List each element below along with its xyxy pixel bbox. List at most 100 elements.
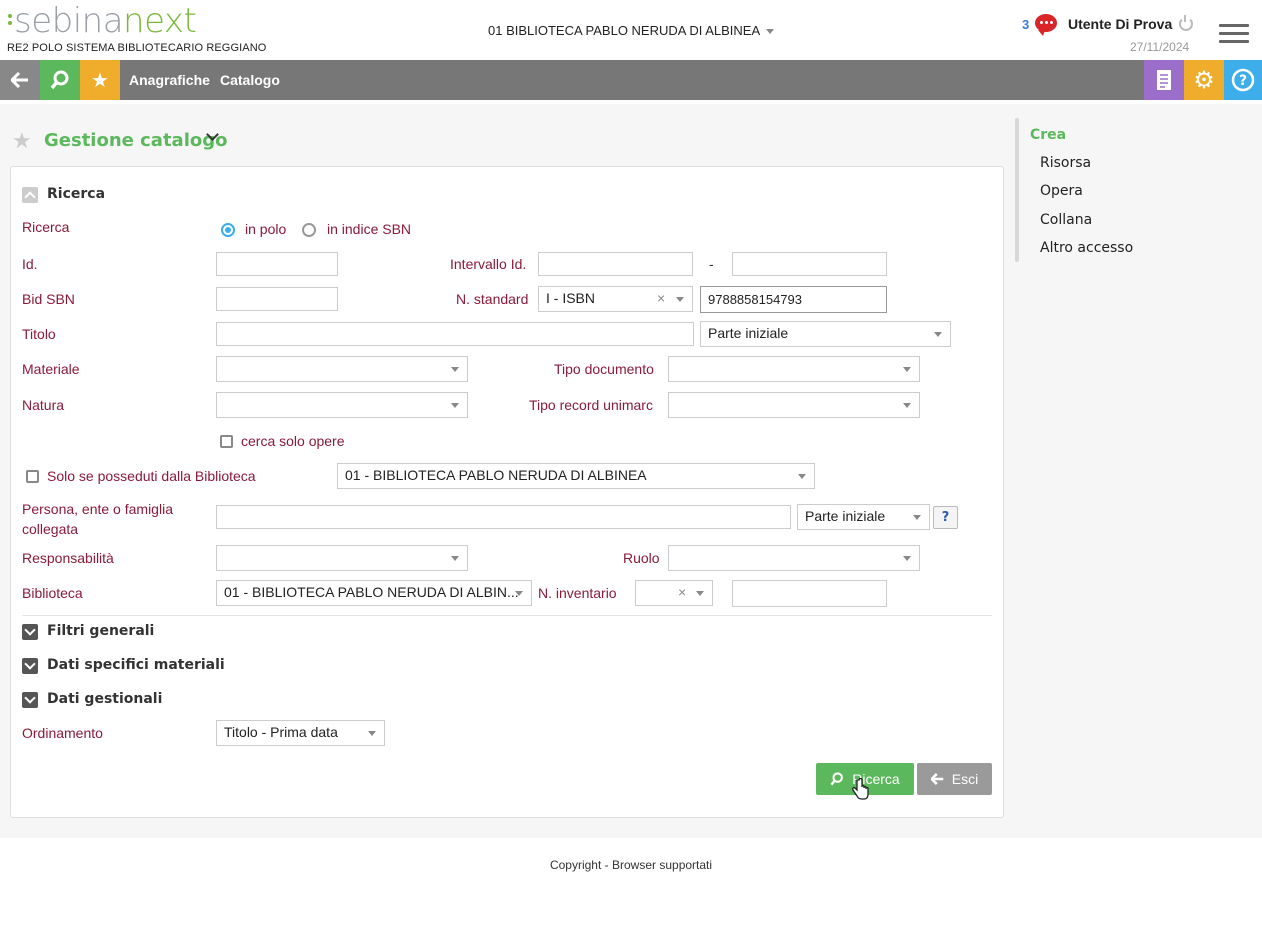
create-altro-accesso[interactable]: Altro accesso [1040,240,1133,256]
solo-opere-label[interactable]: cerca solo opere [241,433,345,449]
posseduti-library-value: 01 - BIBLIOTECA PABLO NERUDA DI ALBINEA [345,467,647,483]
esci-button[interactable]: Esci [917,763,992,795]
biblioteca-select[interactable]: 01 - BIBLIOTECA PABLO NERUDA DI ALBIN... [216,580,532,606]
caret-down-icon [934,332,942,337]
nav-catalogo[interactable]: Catalogo [220,72,280,88]
caret-down-icon [798,474,806,479]
caret-down-icon [451,367,459,372]
sebina-logo[interactable]: sebinanext [6,1,197,41]
intervallo-to-input[interactable] [732,252,887,276]
copyright-link[interactable]: Copyright [550,858,601,872]
help-icon: ? [1231,68,1255,92]
back-button[interactable] [0,60,40,100]
header: sebinanext RE2 POLO SISTEMA BIBLIOTECARI… [0,0,1262,60]
resp-select[interactable] [216,545,468,571]
biblioteca-value: 01 - BIBLIOTECA PABLO NERUDA DI ALBIN... [224,584,519,600]
posseduti-checkbox[interactable] [26,470,39,483]
favorite-star-icon[interactable]: ★ [12,129,32,154]
solo-opere-checkbox[interactable] [220,435,233,448]
footer: Copyright - Browser supportati [0,858,1262,872]
current-date: 27/11/2024 [1130,40,1190,54]
help-button[interactable]: ? [1224,60,1262,100]
persona-label-line1: Persona, ente o famiglia [22,501,173,517]
nstd-type-value: I - ISBN [546,290,596,306]
caret-down-icon [451,556,459,561]
tipodoc-select[interactable] [668,356,920,382]
power-icon[interactable] [1179,15,1193,31]
bid-label: Bid SBN [22,291,75,307]
document-button[interactable] [1144,60,1184,100]
caret-down-icon [913,515,921,520]
ninv-prefix-select[interactable]: × [635,580,713,606]
bid-input[interactable] [216,287,338,311]
biblioteca-label: Biblioteca [22,585,83,601]
chat-bubble-icon[interactable] [1035,14,1057,36]
section-filtri-generali[interactable]: Filtri generali [47,623,154,639]
search-icon [830,772,844,786]
radio-in-polo-label[interactable]: in polo [245,221,286,237]
favorites-button[interactable]: ★ [80,60,120,100]
expand-filtri-icon[interactable] [22,624,38,640]
tiporec-select[interactable] [668,392,920,418]
range-separator: - [709,256,714,272]
toolbar: ★ Anagrafiche Catalogo ⚙ ? [0,60,1262,100]
natura-select[interactable] [216,392,468,418]
caret-down-icon [676,297,684,302]
user-name[interactable]: Utente Di Prova [1068,16,1172,32]
svg-text:?: ? [1239,73,1247,89]
arrow-left-icon [930,773,944,785]
collapse-ricerca-icon[interactable] [22,187,38,203]
section-dati-gestionali[interactable]: Dati gestionali [47,691,162,707]
persona-mode-select[interactable]: Parte iniziale [797,504,930,530]
ruolo-select[interactable] [668,545,920,571]
materiale-select[interactable] [216,356,468,382]
section-dati-materiali[interactable]: Dati specifici materiali [47,657,225,673]
posseduti-label[interactable]: Solo se posseduti dalla Biblioteca [47,468,256,484]
intervallo-from-input[interactable] [538,252,693,276]
caret-down-icon [451,403,459,408]
nstd-value-input[interactable]: 9788858154793 [700,286,887,313]
posseduti-library-select[interactable]: 01 - BIBLIOTECA PABLO NERUDA DI ALBINEA [337,463,815,489]
create-opera[interactable]: Opera [1040,183,1083,199]
ordinamento-select[interactable]: Titolo - Prima data [216,720,385,746]
ordinamento-label: Ordinamento [22,725,103,741]
search-button[interactable] [40,60,80,100]
radio-in-indice[interactable] [302,223,316,237]
nav-anagrafiche[interactable]: Anagrafiche [129,72,210,88]
expand-dati-materiali-icon[interactable] [22,658,38,674]
expand-dati-gestionali-icon[interactable] [22,692,38,708]
message-count[interactable]: 3 [1022,17,1029,32]
radio-in-indice-label[interactable]: in indice SBN [327,221,411,237]
ninv-label: N. inventario [538,585,617,601]
radio-in-polo[interactable] [221,223,235,237]
titolo-mode-select[interactable]: Parte iniziale [700,321,951,347]
intervallo-label: Intervallo Id. [450,256,527,272]
create-risorsa[interactable]: Risorsa [1040,155,1091,171]
logo-text-sebina: sebina [14,1,124,41]
create-title: Crea [1030,127,1067,143]
tiporec-label: Tipo record unimarc [529,397,653,413]
nstd-type-select[interactable]: I - ISBN × [538,286,693,312]
section-ricerca[interactable]: Ricerca [47,186,105,202]
nstd-label: N. standard [456,291,529,307]
browser-supportati-link[interactable]: Browser supportati [612,858,712,872]
clear-icon[interactable]: × [657,290,665,306]
persona-input[interactable] [216,505,791,529]
caret-down-icon [368,731,376,736]
create-collana[interactable]: Collana [1040,212,1092,228]
titolo-label: Titolo [22,326,56,342]
clear-icon[interactable]: × [678,584,686,600]
library-selector[interactable]: 01 BIBLIOTECA PABLO NERUDA DI ALBINEA [488,23,775,38]
ruolo-label: Ruolo [623,550,660,566]
logo-text-next: next [123,1,197,41]
id-input[interactable] [216,252,338,276]
settings-button[interactable]: ⚙ [1184,60,1224,100]
panel-scrollbar[interactable] [1015,118,1019,262]
titolo-input[interactable] [216,322,694,346]
arrow-left-icon [11,72,28,88]
persona-help-button[interactable]: ? [933,506,958,529]
ninv-input[interactable] [732,580,887,607]
caret-down-icon [903,367,911,372]
hamburger-menu-icon[interactable] [1219,24,1249,48]
caret-down-icon [766,29,775,35]
